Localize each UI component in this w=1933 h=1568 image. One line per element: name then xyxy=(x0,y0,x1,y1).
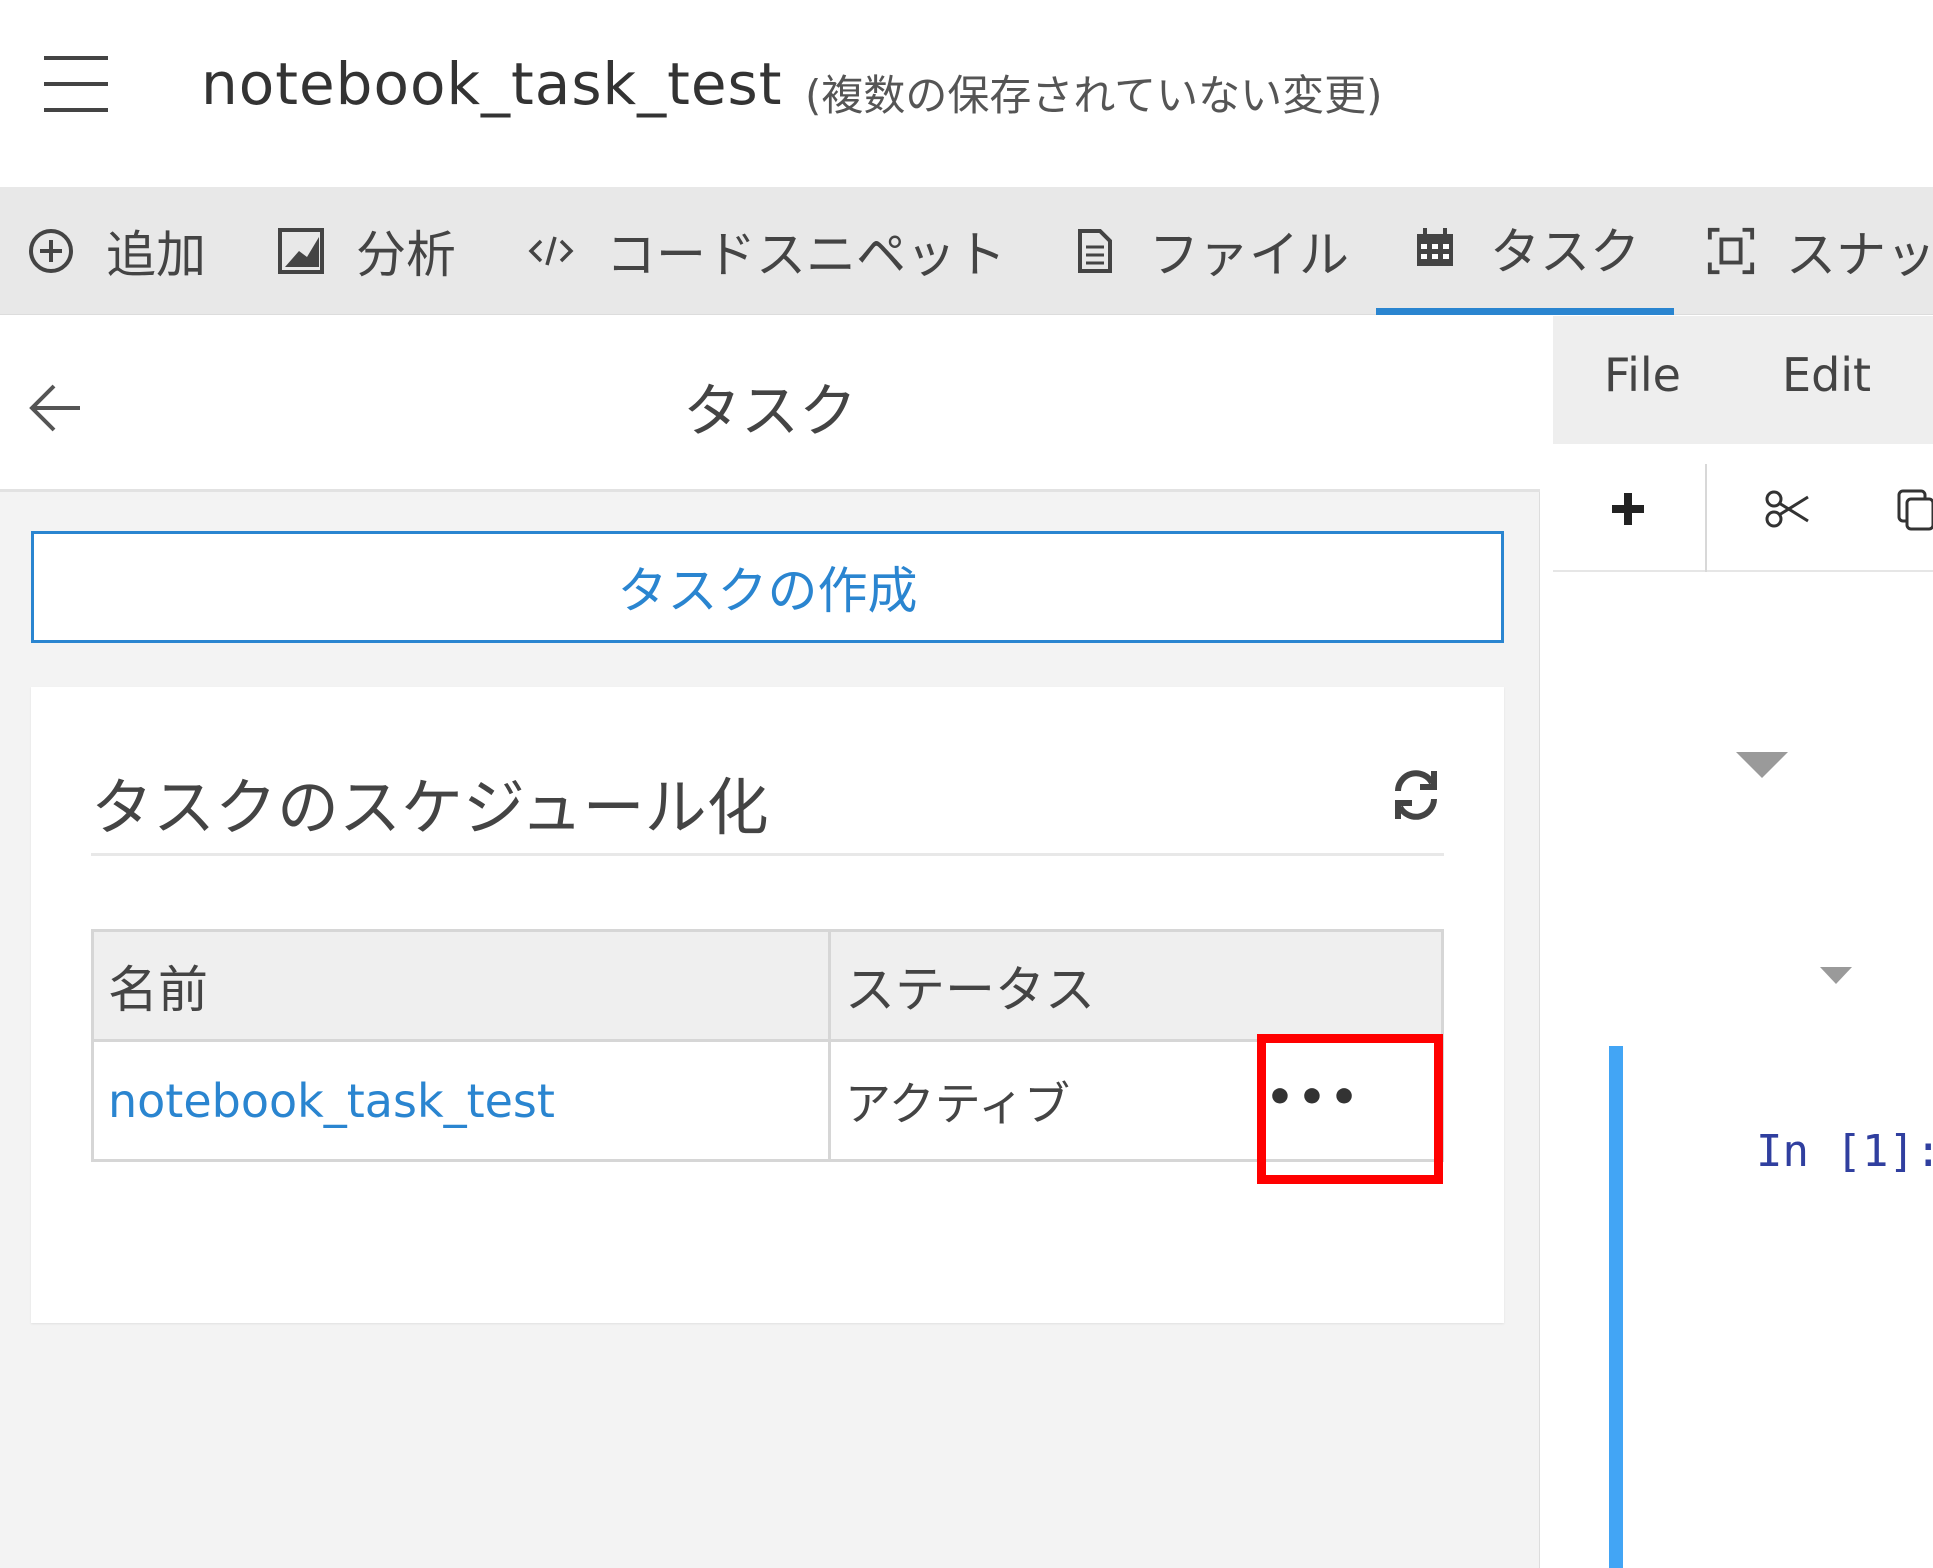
notebook-toolbar xyxy=(1553,444,1933,574)
document-icon xyxy=(1069,226,1119,276)
add-cell-icon[interactable] xyxy=(1593,474,1663,544)
toolbar-add[interactable]: 追加 xyxy=(26,187,206,315)
code-cell[interactable]: In [1]: xyxy=(1609,1046,1933,1568)
toolbar-analyze-label: 分析 xyxy=(356,226,456,284)
calendar-icon xyxy=(1410,223,1460,273)
hamburger-menu-icon[interactable] xyxy=(44,56,108,112)
scheduled-tasks-title: タスクのスケジュール化 xyxy=(91,771,769,844)
snapshot-icon xyxy=(1706,226,1756,276)
main-toolbar: 追加 分析 コードスニペット ファイル タスク スナッ xyxy=(0,187,1933,315)
notebook-title[interactable]: notebook_task_test xyxy=(201,50,783,118)
code-icon xyxy=(526,226,576,276)
table-row: notebook_task_test アクティブ ••• xyxy=(91,1039,1444,1162)
create-task-button[interactable]: タスクの作成 xyxy=(31,531,1504,643)
table-header-row: 名前 ステータス xyxy=(91,929,1444,1042)
toolbar-file-label: ファイル xyxy=(1149,226,1349,284)
notebook-menubar: File Edit xyxy=(1553,316,1933,444)
toolbar-code-snippet-label: コードスニペット xyxy=(606,226,1006,284)
toolbar-analyze[interactable]: 分析 xyxy=(276,187,456,315)
unsaved-changes-note: (複数の保存されていない変更) xyxy=(805,71,1383,120)
column-header-name: 名前 xyxy=(91,929,831,1042)
toolbar-task-label: タスク xyxy=(1490,222,1640,281)
task-panel: タスク タスクの作成 タスクのスケジュール化 名前 ステータス notebook… xyxy=(0,316,1540,1568)
plus-circle-icon xyxy=(26,226,76,276)
column-header-status: ステータス xyxy=(828,929,1444,1042)
toolbar-add-label: 追加 xyxy=(106,226,206,284)
scheduled-tasks-card: タスクのスケジュール化 名前 ステータス notebook_task_test … xyxy=(31,687,1504,1323)
task-name-link[interactable]: notebook_task_test xyxy=(91,1039,831,1162)
notebook-content: In [1]: xyxy=(1553,572,1933,1568)
toolbar-separator xyxy=(1705,464,1707,574)
refresh-icon[interactable] xyxy=(1386,765,1446,825)
toolbar-task-tab[interactable]: タスク xyxy=(1376,187,1674,315)
card-divider xyxy=(91,853,1444,856)
collapse-caret-small-icon[interactable] xyxy=(1820,967,1852,984)
toolbar-file[interactable]: ファイル xyxy=(1069,187,1349,315)
cell-input-prompt: In [1]: xyxy=(1756,1126,1933,1177)
collapse-caret-icon[interactable] xyxy=(1736,752,1788,778)
toolbar-snapshot[interactable]: スナッ xyxy=(1706,187,1933,315)
scissors-icon[interactable] xyxy=(1753,474,1823,544)
toolbar-snapshot-label: スナッ xyxy=(1786,226,1933,284)
notebook-panel: File Edit In [1]: xyxy=(1553,316,1933,1568)
task-panel-title: タスク xyxy=(682,377,857,445)
copy-icon[interactable] xyxy=(1893,474,1933,544)
task-status-text: アクティブ xyxy=(845,1076,1070,1131)
menu-edit[interactable]: Edit xyxy=(1782,348,1871,402)
task-panel-header: タスク xyxy=(0,316,1540,492)
highlight-box xyxy=(1257,1034,1443,1184)
app-header: notebook_task_test (複数の保存されていない変更) xyxy=(0,0,1933,187)
menu-file[interactable]: File xyxy=(1604,348,1681,402)
tasks-table: 名前 ステータス notebook_task_test アクティブ ••• xyxy=(91,929,1444,1162)
toolbar-code-snippet[interactable]: コードスニペット xyxy=(526,187,1006,315)
chart-icon xyxy=(276,226,326,276)
